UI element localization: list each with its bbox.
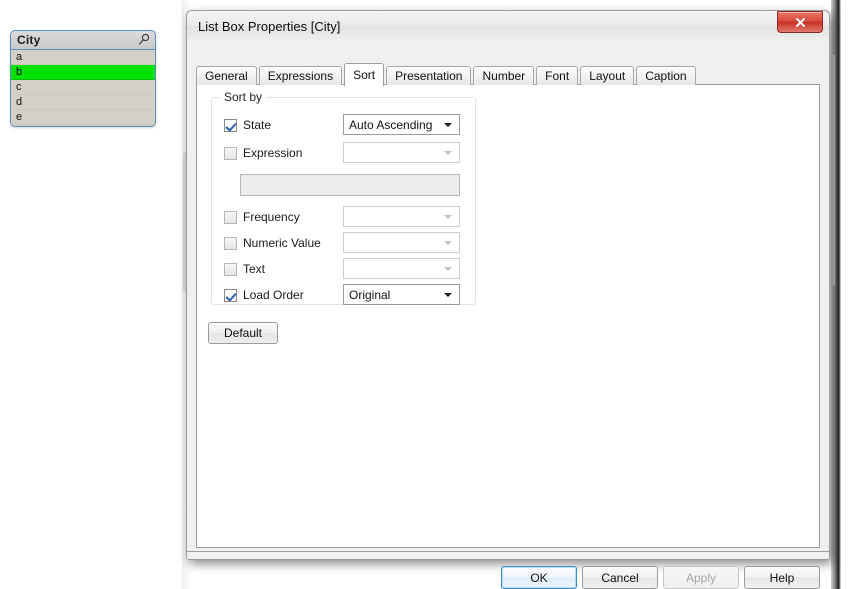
sort-by-groupbox: Sort by State Auto Ascending Expression (211, 90, 476, 305)
dialog-client-area: General Expressions Sort Presentation Nu… (187, 41, 829, 589)
checkbox-numeric-value-label: Numeric Value (243, 236, 321, 250)
apply-button: Apply (663, 566, 739, 589)
tab-expressions[interactable]: Expressions (258, 66, 343, 85)
tab-font[interactable]: Font (536, 66, 579, 85)
dialog-title: List Box Properties [City] (198, 18, 341, 34)
tab-sort[interactable]: Sort (344, 63, 385, 86)
tab-general[interactable]: General (196, 66, 257, 85)
combo-state-order-value: Auto Ascending (349, 117, 433, 132)
tab-number[interactable]: Number (473, 66, 535, 85)
chevron-down-icon (444, 240, 452, 245)
checkbox-numeric-value[interactable] (224, 236, 237, 250)
listbox-caption: City (11, 31, 155, 50)
dialog-footer: OK Cancel Apply Help (187, 552, 829, 589)
checkbox-frequency[interactable] (224, 210, 237, 224)
chevron-down-icon (444, 122, 452, 127)
checkbox-state[interactable] (224, 118, 237, 132)
listbox-properties-dialog: List Box Properties [City] General Expre… (186, 10, 830, 589)
checkbox-frequency-label: Frequency (243, 210, 300, 224)
ok-button[interactable]: OK (501, 566, 577, 589)
sort-by-legend: Sort by (220, 90, 267, 104)
dialog-tabstrip: General Expressions Sort Presentation Nu… (196, 63, 698, 86)
checkbox-text-label: Text (243, 262, 266, 276)
listbox-rows[interactable]: a b c d e (11, 50, 155, 126)
combo-text-order[interactable] (343, 258, 460, 279)
checkbox-load-order-label: Load Order (243, 288, 304, 302)
list-item[interactable]: a (11, 50, 155, 65)
combo-load-order-value: Original (349, 287, 391, 302)
background-scrollbar-right-thumb[interactable] (831, 55, 835, 285)
checkbox-load-order[interactable] (224, 288, 237, 302)
dialog-titlebar[interactable]: List Box Properties [City] (187, 11, 829, 41)
help-button[interactable]: Help (744, 566, 820, 589)
tab-panel-sort: Sort by State Auto Ascending Expression (196, 84, 820, 548)
chevron-down-icon (444, 150, 452, 155)
default-button[interactable]: Default (208, 322, 278, 344)
expression-input[interactable] (240, 174, 460, 196)
combo-load-order[interactable]: Original (343, 284, 460, 305)
list-item[interactable]: e (11, 110, 155, 125)
listbox-caption-title: City (17, 33, 41, 47)
magnifier-icon[interactable] (137, 33, 151, 47)
checkbox-state-label: State (243, 118, 272, 132)
list-item[interactable]: b (11, 65, 155, 80)
tab-presentation[interactable]: Presentation (386, 66, 472, 85)
combo-state-order[interactable]: Auto Ascending (343, 114, 460, 135)
tab-layout[interactable]: Layout (580, 66, 635, 85)
tab-caption[interactable]: Caption (636, 66, 696, 85)
desktop-background: City a b c d e List Box Properties [City… (0, 0, 863, 589)
combo-frequency-order[interactable] (343, 206, 460, 227)
chevron-down-icon (444, 292, 452, 297)
checkbox-expression[interactable] (224, 146, 237, 160)
close-icon[interactable] (777, 11, 823, 33)
checkbox-expression-label: Expression (243, 146, 303, 160)
combo-expression-order[interactable] (343, 142, 460, 163)
chevron-down-icon (444, 214, 452, 219)
list-item[interactable]: d (11, 95, 155, 110)
background-scrollbar-right[interactable] (831, 0, 841, 589)
list-item[interactable]: c (11, 80, 155, 95)
chevron-down-icon (444, 266, 452, 271)
combo-numeric-value-order[interactable] (343, 232, 460, 253)
checkbox-text[interactable] (224, 262, 237, 276)
cancel-button[interactable]: Cancel (582, 566, 658, 589)
listbox-object-city[interactable]: City a b c d e (10, 30, 156, 127)
